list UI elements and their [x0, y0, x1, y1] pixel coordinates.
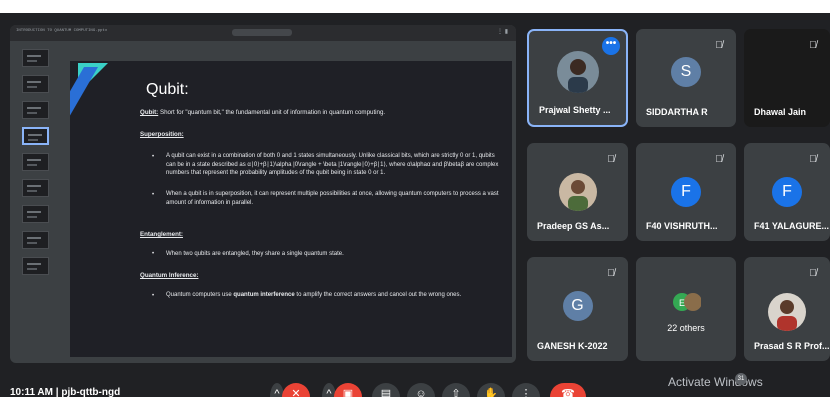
participant-name: F41 YALAGURE...	[754, 221, 830, 231]
end-call-button[interactable]: ☎	[550, 383, 586, 397]
interference-heading: Quantum Inference:	[140, 272, 199, 279]
meeting-clock: 10:11 AM | pjb-qttb-ngd	[10, 387, 121, 397]
present-button[interactable]: ⇧	[442, 383, 470, 397]
emoji-button[interactable]: ☺	[407, 383, 435, 397]
slide-thumbnail[interactable]	[22, 153, 49, 171]
participant-name: GANESH K-2022	[537, 341, 608, 351]
participant-tile[interactable]: 🎙̸ G GANESH K-2022	[527, 257, 628, 361]
participant-name: SIDDARTHA R	[646, 107, 708, 117]
slide-thumbnail[interactable]	[22, 205, 49, 223]
participant-avatar	[556, 51, 599, 93]
more-options-button[interactable]: ⋮	[512, 383, 540, 397]
qubit-definition: Qubit: Short for "quantum bit," the fund…	[140, 109, 386, 116]
participant-tile[interactable]: 🎙̸ Dhawal Jain	[744, 29, 830, 127]
participant-avatar: F	[772, 177, 802, 207]
mic-off-icon: 🎙̸	[715, 154, 723, 165]
slide-thumbnail[interactable]	[22, 75, 49, 93]
slide-title: Qubit:	[146, 81, 189, 98]
person-photo-icon	[768, 293, 806, 331]
others-tile[interactable]: E 22 others	[636, 257, 736, 361]
participant-tile[interactable]: 🎙̸ F F40 VISHRUTH...	[636, 143, 736, 241]
participant-avatar: S	[671, 57, 701, 87]
others-avatars-icon: E	[673, 293, 701, 311]
current-slide: Qubit: Qubit: Short for "quantum bit," t…	[70, 61, 512, 357]
participant-name: Pradeep GS As...	[537, 221, 610, 231]
participant-avatar	[558, 173, 597, 211]
slide-thumbnail[interactable]	[22, 49, 49, 67]
slide-controls[interactable]	[232, 29, 292, 36]
participant-tile[interactable]: 🎙̸ F F41 YALAGURE...	[744, 143, 830, 241]
slide-thumbnail-selected[interactable]	[22, 127, 49, 145]
participant-tile[interactable]: 🎙̸ S SIDDARTHA R	[636, 29, 736, 127]
slide-thumbnails	[22, 49, 52, 283]
entanglement-heading: Entanglement:	[140, 231, 183, 238]
entanglement-bullet: When two qubits are entangled, they shar…	[166, 251, 344, 257]
interference-bullet: Quantum computers use quantum interferen…	[166, 292, 462, 298]
bullet-icon: •	[152, 251, 155, 257]
bullet-icon: •	[152, 293, 155, 299]
raise-hand-button[interactable]: ✋	[477, 383, 505, 397]
participant-tile[interactable]: 🎙̸ Prasad S R Prof...	[744, 257, 830, 361]
mic-off-icon: 🎙̸	[809, 154, 817, 165]
meet-stage: INTRODUCTION TO QUANTUM COMPUTING.pptx ⋮…	[0, 13, 830, 397]
participant-name: Prajwal Shetty ...	[539, 105, 611, 115]
participant-name: Prasad S R Prof...	[754, 341, 830, 351]
presentation-title: INTRODUCTION TO QUANTUM COMPUTING.pptx	[16, 29, 108, 33]
participant-avatar	[768, 293, 806, 331]
more-options-icon[interactable]: •••	[602, 37, 620, 55]
presentation-panel[interactable]: INTRODUCTION TO QUANTUM COMPUTING.pptx ⋮…	[10, 25, 516, 363]
more-options-icon[interactable]: ⋮ ▮	[497, 28, 508, 35]
slide-thumbnail[interactable]	[22, 231, 49, 249]
presentation-toolbar: INTRODUCTION TO QUANTUM COMPUTING.pptx ⋮…	[10, 25, 516, 41]
person-photo-icon	[556, 51, 599, 93]
mic-off-icon: 🎙̸	[715, 40, 723, 51]
superposition-heading: Superposition:	[140, 131, 184, 138]
person-photo-icon	[558, 173, 597, 211]
mic-toggle-button[interactable]: ✕	[282, 383, 310, 397]
participants-count-badge: 31	[735, 373, 747, 385]
slide-thumbnail[interactable]	[22, 257, 49, 275]
participant-tile[interactable]: 🎙̸ Pradeep GS As...	[527, 143, 628, 241]
mic-off-icon: 🎙̸	[809, 40, 817, 51]
participant-name: F40 VISHRUTH...	[646, 221, 718, 231]
slide-thumbnail[interactable]	[22, 101, 49, 119]
mic-off-icon: 🎙̸	[607, 268, 615, 279]
superposition-bullet: When a qubit is in superposition, it can…	[166, 191, 499, 206]
others-count: 22 others	[667, 323, 705, 333]
bullet-icon: •	[152, 192, 155, 198]
mic-off-icon: 🎙̸	[809, 268, 817, 279]
participant-tile[interactable]: ••• Prajwal Shetty ...	[527, 29, 628, 127]
bullet-icon: •	[152, 154, 155, 160]
windows-activation-watermark: Activate Windows	[668, 375, 763, 389]
camera-toggle-button[interactable]: ▣	[334, 383, 362, 397]
participant-avatar: F	[671, 177, 701, 207]
superposition-bullet: A qubit can exist in a combination of bo…	[166, 153, 499, 176]
participant-name: Dhawal Jain	[754, 107, 807, 117]
captions-button[interactable]: ▤	[372, 383, 400, 397]
participant-avatar: G	[562, 291, 593, 321]
mic-off-icon: 🎙̸	[607, 154, 615, 165]
slide-thumbnail[interactable]	[22, 179, 49, 197]
